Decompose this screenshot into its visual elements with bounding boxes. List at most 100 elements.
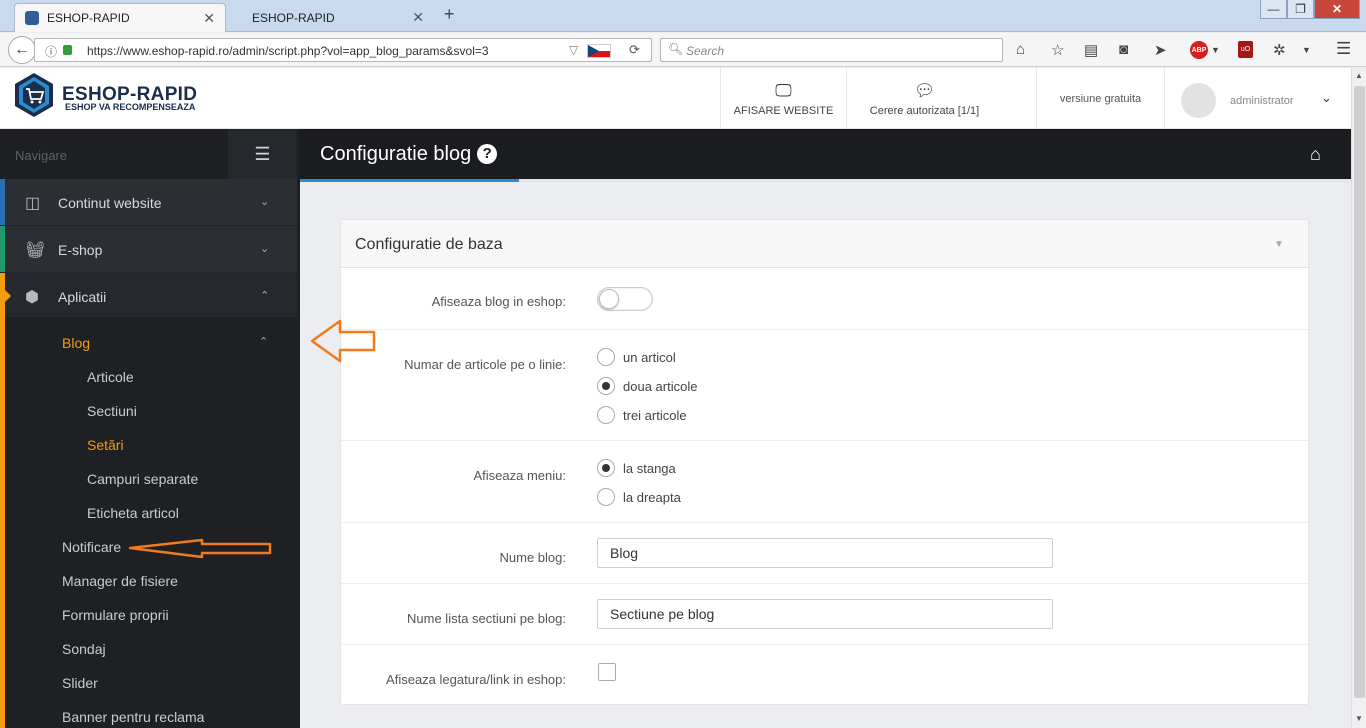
tab-close-icon[interactable]: ✕ bbox=[203, 10, 215, 27]
logo-cart-icon[interactable] bbox=[14, 72, 54, 118]
monitor-icon: 🖵︎ bbox=[775, 80, 792, 100]
form-row-articles-per-row: Numar de articole pe o linie: un articol… bbox=[341, 330, 1308, 441]
star-icon[interactable]: ☆ bbox=[1051, 41, 1064, 59]
articles-per-row-label: Numar de articole pe o linie: bbox=[404, 357, 566, 372]
radio-label[interactable]: trei articole bbox=[623, 408, 687, 423]
page-header: Configuratie blog? ⌂ bbox=[300, 129, 1351, 179]
sidebar-item-website-content[interactable]: ◫ Continut website ⌄ bbox=[0, 179, 297, 226]
show-blog-toggle[interactable] bbox=[597, 287, 653, 311]
tab-close-icon[interactable]: ✕ bbox=[412, 9, 424, 26]
search-icon: 🔍︎ bbox=[668, 42, 684, 56]
menu-position-label: Afiseaza meniu: bbox=[473, 468, 567, 483]
menu-icon[interactable]: ☰ bbox=[1336, 39, 1351, 59]
pocket-icon[interactable]: ◙ bbox=[1119, 41, 1128, 58]
sidebar-item-separate-fields[interactable]: Campuri separate bbox=[87, 471, 198, 487]
radio-two-articles[interactable] bbox=[597, 377, 615, 395]
adblock-icon[interactable]: ABP bbox=[1190, 41, 1208, 59]
show-link-label: Afiseaza legatura/link in eshop: bbox=[386, 672, 566, 687]
sidebar-item-label: E-shop bbox=[58, 242, 103, 258]
home-icon[interactable]: ⌂ bbox=[1016, 41, 1025, 58]
extension-icon[interactable]: ✲ bbox=[1273, 41, 1286, 59]
scroll-thumb[interactable] bbox=[1354, 86, 1365, 698]
url-text[interactable]: https://www.eshop-rapid.ro/admin/script.… bbox=[87, 44, 489, 58]
panel-title: Configuratie de baza bbox=[355, 236, 503, 253]
blog-name-input[interactable] bbox=[597, 538, 1053, 568]
radio-label[interactable]: la dreapta bbox=[623, 490, 681, 505]
sidebar-item-notification[interactable]: Notificare bbox=[62, 539, 121, 555]
radio-three-articles[interactable] bbox=[597, 406, 615, 424]
form-row-show-link: Afiseaza legatura/link in eshop: bbox=[341, 645, 1308, 705]
scroll-up-icon[interactable]: ▲ bbox=[1355, 71, 1363, 80]
admin-name[interactable]: administrator bbox=[1230, 95, 1294, 107]
url-dropdown-icon[interactable]: ▽ bbox=[569, 43, 578, 57]
page-title-text: Configuratie blog bbox=[320, 143, 472, 165]
sections-name-input[interactable] bbox=[597, 599, 1053, 629]
radio-label[interactable]: la stanga bbox=[623, 461, 676, 476]
sections-name-label: Nume lista sectiuni pe blog: bbox=[407, 611, 566, 626]
radio-left[interactable] bbox=[597, 459, 615, 477]
caret-down-icon[interactable]: ▼ bbox=[1274, 239, 1284, 250]
scroll-down-icon[interactable]: ▼ bbox=[1355, 714, 1363, 723]
lock-icon[interactable] bbox=[63, 45, 72, 55]
sidebar-item-forms[interactable]: Formulare proprii bbox=[62, 607, 169, 623]
info-icon[interactable]: ⓘ bbox=[45, 43, 57, 60]
authorization-requests-button[interactable]: 💬︎ Cerere autorizata [1/1] bbox=[846, 68, 1002, 129]
show-link-checkbox[interactable] bbox=[598, 663, 616, 681]
sidebar-item-sections[interactable]: Sectiuni bbox=[87, 403, 137, 419]
browser-tab-inactive[interactable]: ESHOP-RAPID ✕ bbox=[242, 3, 434, 32]
chevron-down-icon[interactable]: ⌄ bbox=[1321, 90, 1332, 106]
panel-header[interactable]: Configuratie de baza ▼ bbox=[341, 220, 1308, 268]
basket-icon: 🧺︎ bbox=[25, 242, 46, 259]
help-icon[interactable]: ? bbox=[477, 144, 498, 164]
comments-icon: 💬︎ bbox=[913, 80, 936, 100]
window-close-icon[interactable]: ✕ bbox=[1314, 0, 1360, 19]
new-tab-plus-icon[interactable]: + bbox=[444, 4, 455, 25]
sidebar-item-eshop[interactable]: 🧺︎ E-shop ⌄ bbox=[0, 226, 297, 273]
url-bar[interactable]: ⓘ https://www.eshop-rapid.ro/admin/scrip… bbox=[34, 38, 652, 62]
browser-tab-active[interactable]: ESHOP-RAPID ✕ bbox=[14, 3, 226, 32]
back-icon[interactable]: ← bbox=[8, 36, 36, 64]
version-badge[interactable]: versiune gratuita bbox=[1036, 68, 1164, 129]
home-icon[interactable]: ⌂ bbox=[1310, 144, 1321, 165]
sidebar-item-banner[interactable]: Banner pentru reclama bbox=[62, 709, 204, 725]
toggle-knob bbox=[599, 289, 619, 309]
sidebar-item-file-manager[interactable]: Manager de fisiere bbox=[62, 573, 178, 589]
radio-right[interactable] bbox=[597, 488, 615, 506]
hamburger-menu-icon[interactable]: ☰ bbox=[228, 129, 297, 179]
overflow-dropdown-icon[interactable]: ▼ bbox=[1302, 45, 1311, 55]
window-maximize-icon[interactable]: ❐ bbox=[1287, 0, 1314, 19]
site-favicon-icon bbox=[25, 11, 39, 25]
window-minimize-icon[interactable]: — bbox=[1260, 0, 1287, 19]
sidebar-item-applications[interactable]: ⬢ Aplicatii ⌃ bbox=[0, 273, 297, 320]
sidebar-item-blog[interactable]: Blog bbox=[62, 335, 90, 351]
browser-nav-bar: ← ⓘ https://www.eshop-rapid.ro/admin/scr… bbox=[0, 33, 1366, 67]
sidebar-item-poll[interactable]: Sondaj bbox=[62, 641, 106, 657]
reader-icon[interactable]: ▤ bbox=[1084, 41, 1098, 59]
sidebar-item-article-tag[interactable]: Eticheta articol bbox=[87, 505, 179, 521]
navigation-label: Navigare bbox=[15, 148, 68, 163]
ublock-icon[interactable]: uO bbox=[1238, 41, 1253, 58]
annotation-arrow-notification-icon bbox=[128, 538, 272, 559]
search-input[interactable]: 🔍︎ Search bbox=[660, 38, 1003, 62]
avatar[interactable] bbox=[1181, 83, 1216, 118]
tab-label: ESHOP-RAPID bbox=[47, 11, 130, 25]
radio-label[interactable]: un articol bbox=[623, 350, 676, 365]
chevron-up-icon[interactable]: ⌃ bbox=[259, 335, 268, 348]
chevron-up-icon: ⌃ bbox=[260, 290, 270, 302]
radio-label[interactable]: doua articole bbox=[623, 379, 697, 394]
adblock-dropdown-icon[interactable]: ▼ bbox=[1211, 45, 1220, 55]
accent-bar bbox=[0, 179, 5, 225]
reload-icon[interactable]: ⟳ bbox=[629, 42, 640, 58]
columns-icon: ◫ bbox=[25, 195, 41, 212]
send-icon[interactable]: ➤ bbox=[1154, 41, 1167, 59]
sidebar-item-articles[interactable]: Articole bbox=[87, 369, 134, 385]
show-website-button[interactable]: 🖵︎ AFISARE WEBSITE bbox=[720, 68, 846, 129]
radio-one-article[interactable] bbox=[597, 348, 615, 366]
blog-name-label: Nume blog: bbox=[499, 550, 566, 565]
form-row-menu-position: Afiseaza meniu: la stanga la dreapta bbox=[341, 441, 1308, 523]
show-website-label: AFISARE WEBSITE bbox=[733, 104, 834, 117]
sidebar-item-settings[interactable]: Setări bbox=[87, 437, 124, 453]
page-scrollbar[interactable]: ▲ ▼ bbox=[1351, 68, 1366, 728]
active-pointer-icon bbox=[5, 290, 11, 302]
sidebar-item-slider[interactable]: Slider bbox=[62, 675, 98, 691]
